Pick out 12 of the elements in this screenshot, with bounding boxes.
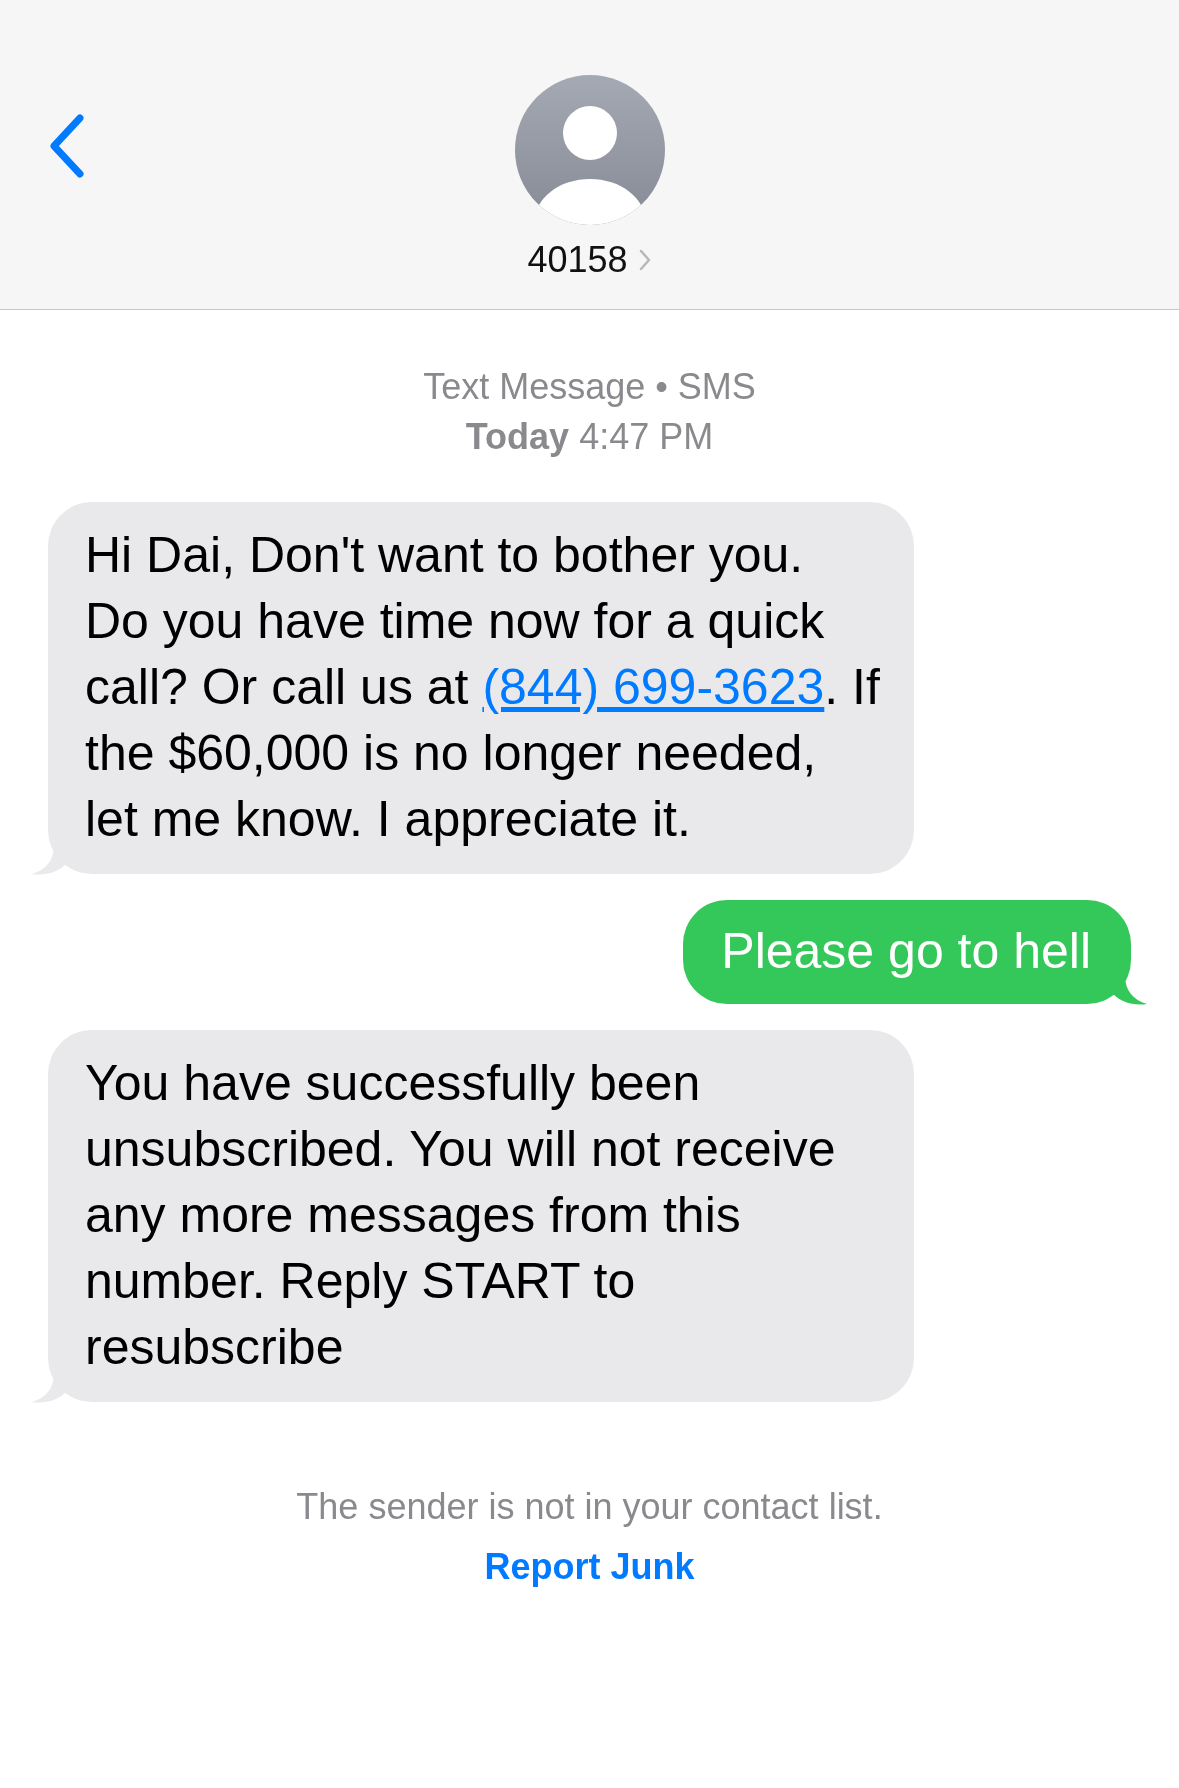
time-label: 4:47 PM [579, 416, 714, 457]
message-bubble: Please go to hell [683, 900, 1131, 1004]
chevron-icon [637, 248, 652, 272]
avatar-icon[interactable] [514, 75, 665, 225]
phone-link[interactable]: (844) 699-3623 [482, 659, 825, 715]
sender-notice: The sender is not in your contact list. [296, 1485, 883, 1529]
message-bubble: Hi Dai, Don't want to bother you. Do you have time now for a quick call? Or call us at (844) 699-3623. If the $60,000 is no longer needed, let me know. I appreciate it. [48, 502, 914, 874]
contact-name[interactable]: 40158 [527, 239, 652, 281]
report-junk-link[interactable]: Report Junk [484, 1546, 695, 1588]
service-label: Text Message • SMS [422, 365, 757, 409]
message-bubble: You have successfully been unsubscribed. You will not receive any more messages from this number. Reply START to resubscribe [48, 1030, 914, 1402]
date-label: Today [465, 416, 570, 457]
